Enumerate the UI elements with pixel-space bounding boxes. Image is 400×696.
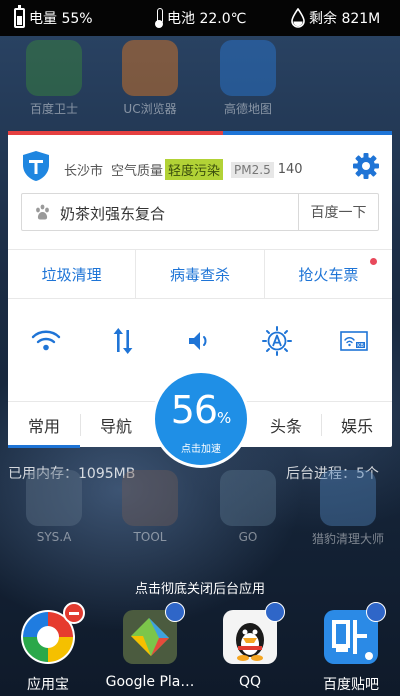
junk-clean-button[interactable]: 垃圾清理 [8,250,135,298]
volume-toggle[interactable] [162,321,239,361]
kb-icon: KB [339,331,368,351]
folder-icon [26,470,82,526]
air-quality-text: 长沙市 空气质量 轻度污染 PM2.5 140 [64,159,311,180]
city-name: 长沙市 [64,164,104,179]
app-icon [221,602,285,666]
folder-icon [220,470,276,526]
folder-sys-a[interactable]: SYS.A [18,470,90,544]
dock-app-label: QQ [238,674,262,690]
folder-tool[interactable]: TOOL [114,470,186,544]
boost-unit: % [217,409,232,427]
toggle-row: KB [8,321,392,361]
bg-app-label: 百度卫士 [29,102,78,116]
memory-label: 剩余 821M [309,11,381,27]
status-bar: 电量 55% 电池 22.0℃ 剩余 821M [0,0,400,36]
tab-headlines[interactable]: 头条 [252,402,320,448]
battery-label: 电量 55% [29,11,93,27]
train-ticket-label: 抢火车票 [298,265,359,284]
folder-label: 猎豹清理大师 [311,532,384,546]
memory-usage-percent: 56% [155,391,247,437]
lock-icon [366,602,386,622]
tab-entertainment[interactable]: 娱乐 [322,402,392,448]
train-ticket-button[interactable]: 抢火车票 [263,250,392,298]
dock-app-google-play[interactable]: Google Pla… [105,602,195,690]
lock-icon [165,602,185,622]
battery-status: 电量 55% [14,0,93,36]
bg-app-label: UC浏览器 [123,102,177,116]
mobile-data-toggle[interactable] [85,321,162,361]
remove-badge[interactable] [63,602,85,624]
search-input[interactable]: 奶茶刘强东复合 [60,203,165,224]
app-icon [322,602,386,666]
memory-status: 剩余 821M [291,0,380,36]
app-icon [121,602,185,666]
notification-dot [369,258,377,265]
bg-app-amap[interactable]: 高德地图 [212,40,284,117]
thermometer-icon [155,8,163,28]
folder-label: SYS.A [36,530,72,544]
temperature-status: 电池 22.0℃ [155,0,246,36]
search-box[interactable]: 奶茶刘强东复合 百度一下 [21,193,379,231]
broom-icon [320,470,376,526]
data-saver-toggle[interactable]: KB [315,321,392,361]
mobile-data-icon [113,328,133,354]
pm25-label: PM2.5 [231,161,274,178]
close-background-hint: 点击彻底关闭后台应用 [134,582,265,597]
dock-app-label: 应用宝 [27,677,69,693]
boost-value: 56 [170,388,218,432]
svg-text:KB: KB [357,343,364,349]
lock-icon [265,602,285,622]
volume-icon [188,332,207,350]
air-quality-label: 空气质量 [111,164,164,179]
baidu-paw-icon [36,204,49,220]
folder-label: GO [238,530,258,544]
water-drop-icon [291,8,305,28]
bg-app-baidu-guard[interactable]: 百度卫士 [18,40,90,117]
tab-common[interactable]: 常用 [8,402,80,448]
dock-app-baidu-tieba[interactable]: 百度贴吧 [306,602,396,694]
bg-app-label: 高德地图 [223,102,272,116]
folder-icon [122,470,178,526]
gear-icon[interactable] [352,152,380,180]
air-quality-row: 长沙市 空气质量 轻度污染 PM2.5 140 [8,135,392,195]
air-quality-badge: 轻度污染 [165,159,224,180]
baidu-guard-icon [26,40,82,96]
virus-scan-button[interactable]: 病毒查杀 [135,250,263,298]
quick-actions-row: 垃圾清理 病毒查杀 抢火车票 [8,249,392,299]
dock-app-label: 百度贴吧 [323,677,379,693]
auto-brightness-icon [261,326,292,356]
folder-go[interactable]: GO [212,470,284,544]
dock-app-qq[interactable]: QQ [205,602,295,690]
wifi-toggle[interactable] [8,321,85,361]
amap-icon [220,40,276,96]
search-button[interactable]: 百度一下 [298,194,378,230]
bg-app-uc-browser[interactable]: UC浏览器 [114,40,186,117]
bg-app-cleanmaster[interactable]: 猎豹清理大师 [306,470,390,547]
auto-brightness-toggle[interactable] [238,321,315,361]
temperature-label: 电池 22.0℃ [167,11,247,27]
battery-icon [14,5,25,28]
wifi-icon [32,330,61,351]
dock-app-yingyongbao[interactable]: 应用宝 [3,602,93,694]
boost-label: 点击加速 [181,444,221,455]
boost-button[interactable]: 56% 点击加速 [152,370,250,468]
folder-label: TOOL [133,530,167,544]
dock-app-label: Google Pla… [105,674,195,690]
uc-browser-icon [122,40,178,96]
security-shield-icon[interactable] [22,150,50,182]
tab-navigation[interactable]: 导航 [81,402,151,448]
app-icon [19,602,85,666]
pm25-value: 140 [277,162,303,177]
